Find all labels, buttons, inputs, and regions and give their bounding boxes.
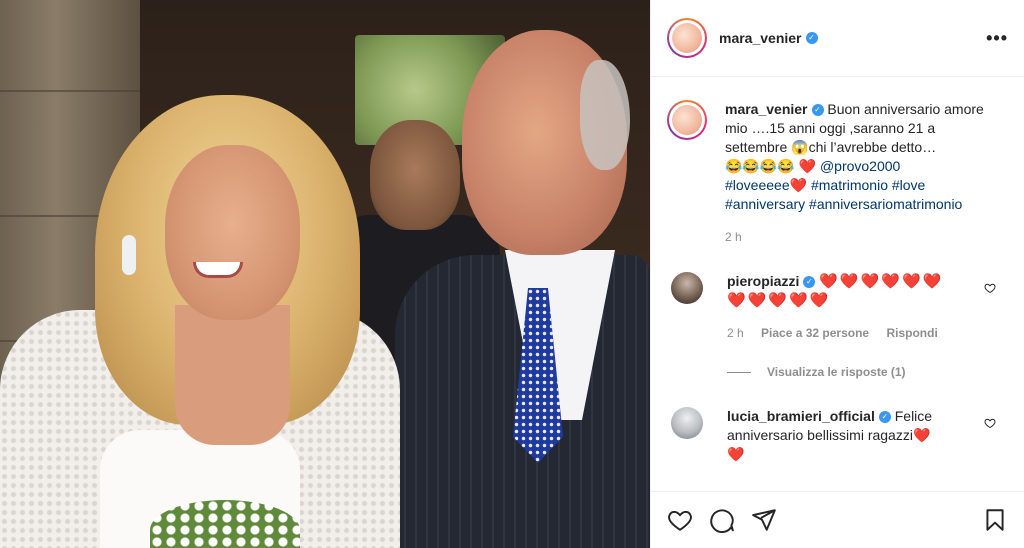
comment-meta: 2 h Piace a 32 persone Rispondi <box>727 324 967 343</box>
replies-divider <box>727 371 751 373</box>
view-replies-button[interactable]: Visualizza le risposte (1) <box>727 365 1008 379</box>
comment-username[interactable]: pieropiazzi <box>727 273 799 289</box>
bookmark-icon[interactable] <box>982 507 1008 533</box>
comment-item: lucia_bramieri_official ✓ Felice annivers… <box>667 407 1008 464</box>
caption-timestamp[interactable]: 2 h <box>725 230 995 244</box>
hashtag-link[interactable]: #loveeeee <box>725 177 790 193</box>
caption-avatar[interactable] <box>667 100 707 140</box>
caption: mara_venier ✓ Buon anniversario amore mio… <box>667 100 1008 244</box>
bride-face <box>165 145 300 320</box>
heart-emojis: ❤️❤️❤️❤️❤️❤️ <box>819 273 944 290</box>
heart-emoji: ❤️ <box>727 446 745 462</box>
comment-avatar[interactable] <box>671 407 703 439</box>
comment-icon[interactable] <box>709 507 735 533</box>
heart-icon[interactable] <box>667 507 693 533</box>
wall-joint <box>0 90 140 92</box>
more-options-icon[interactable]: ••• <box>986 28 1008 49</box>
verified-badge-icon: ✓ <box>803 276 816 289</box>
small-heart-icon[interactable] <box>984 417 996 432</box>
instagram-post-window: mara_venier ✓ ••• mara_venier ✓ Buon anni… <box>0 0 1024 548</box>
hashtag-link[interactable]: #anniversary <box>725 196 805 212</box>
avatar[interactable] <box>667 18 707 58</box>
verified-badge-icon: ✓ <box>878 411 891 424</box>
caption-username[interactable]: mara_venier <box>725 101 808 117</box>
verified-badge-icon: ✓ <box>811 104 824 117</box>
caption-text: mara_venier ✓ Buon anniversario amore mio… <box>725 100 995 214</box>
hashtag-link[interactable]: #anniversariomatrimonio <box>809 196 962 212</box>
hashtag-link[interactable]: #matrimonio <box>811 177 888 193</box>
verified-badge-icon: ✓ <box>805 32 818 44</box>
post-photo[interactable] <box>0 0 650 548</box>
action-bar <box>651 491 1024 548</box>
comment-timestamp[interactable]: 2 h <box>727 326 744 340</box>
bride-earring <box>122 235 136 275</box>
comment-likes-count[interactable]: Piace a 32 persone <box>761 326 869 340</box>
heart-emoji: ❤️ <box>798 158 817 174</box>
comment-item: pieropiazzi ✓ ❤️❤️❤️❤️❤️❤️ ❤️❤️❤️❤️❤️ 2 h… <box>667 272 1008 343</box>
small-heart-icon[interactable] <box>984 282 996 297</box>
hashtag-link[interactable]: #love <box>892 177 925 193</box>
laughing-emojis: 😂😂😂😂 <box>725 158 795 174</box>
comment-avatar[interactable] <box>671 272 703 304</box>
reply-button[interactable]: Rispondi <box>886 326 937 340</box>
comment-username[interactable]: lucia_bramieri_official <box>727 408 875 424</box>
post-side-panel: mara_venier ✓ ••• mara_venier ✓ Buon anni… <box>650 0 1024 548</box>
bride-neck <box>175 305 290 445</box>
post-header: mara_venier ✓ ••• <box>651 0 1024 77</box>
caption-tail: chi l’avrebbe detto… <box>808 139 937 155</box>
heart-emoji: ❤️ <box>789 177 808 193</box>
share-icon[interactable] <box>751 507 777 533</box>
shocked-emoji: 😱 <box>791 139 809 155</box>
heart-emoji: ❤️ <box>912 427 931 443</box>
header-username[interactable]: mara_venier <box>719 30 802 46</box>
avatar-image <box>672 23 702 53</box>
heart-emojis: ❤️❤️❤️❤️❤️ <box>727 292 831 309</box>
comments-scroll-area[interactable]: mara_venier ✓ Buon anniversario amore mio… <box>651 78 1024 491</box>
view-replies-label: Visualizza le risposte (1) <box>767 365 906 379</box>
mention-link[interactable]: @provo2000 <box>820 158 900 174</box>
background-man-head <box>370 120 460 230</box>
